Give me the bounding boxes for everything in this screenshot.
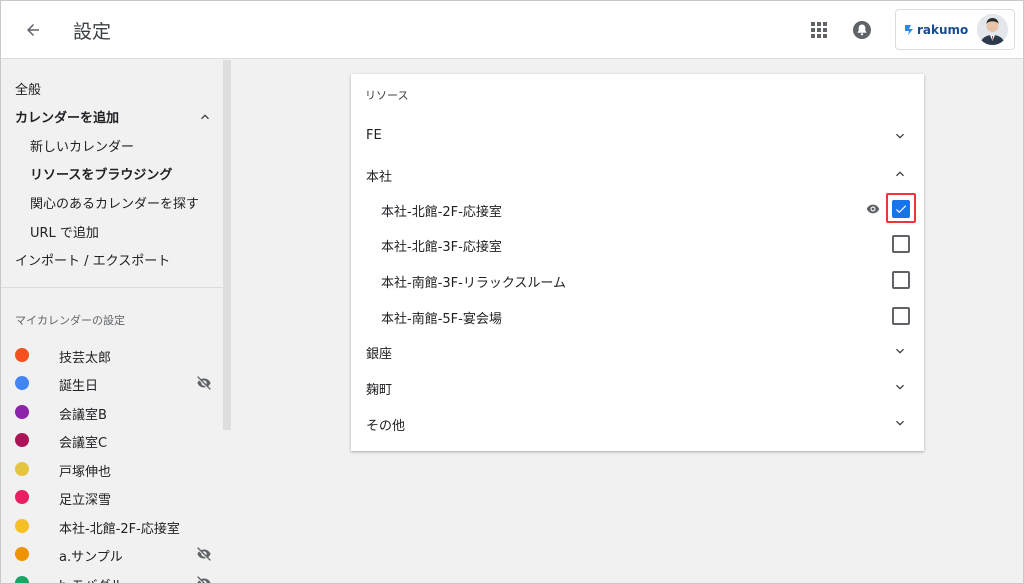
calendar-name: 足立深雪: [59, 493, 112, 508]
calendar-item[interactable]: 会議室B: [1, 398, 223, 426]
app-header: 設定 rakumo: [1, 1, 1023, 59]
calendar-color-dot: [15, 433, 29, 447]
calendar-item[interactable]: 会議室C: [1, 426, 223, 454]
calendar-name: 会議室C: [59, 436, 108, 451]
eye-icon[interactable]: [864, 201, 882, 217]
brand-name: rakumo: [917, 22, 969, 37]
arrow-back-icon: [27, 24, 39, 36]
nav-add-calendar[interactable]: カレンダーを追加: [15, 107, 119, 126]
bell-icon: [853, 21, 871, 39]
calendar-name: 技芸太郎: [59, 351, 112, 366]
calendar-color-dot: [15, 405, 29, 419]
resource-checkbox[interactable]: [892, 307, 910, 325]
resources-card: リソース FE 本社 本社-北館-2F-応接室 本社-北館-3F-応接室 本社-…: [351, 74, 924, 451]
notifications-button[interactable]: [850, 18, 874, 42]
resource-label: 本社-南館-5F-宴会場: [381, 312, 502, 327]
resource-label: 本社-北館-2F-応接室: [381, 205, 502, 220]
checkmark-icon: [895, 205, 907, 214]
collapse-add-calendar-icon[interactable]: [197, 109, 213, 125]
calendar-item[interactable]: 誕生日: [1, 369, 223, 397]
chevron-down-icon: [896, 348, 904, 354]
chevron-up-icon: [896, 171, 904, 177]
account-switcher[interactable]: rakumo: [895, 9, 1015, 50]
resource-checkbox[interactable]: [892, 271, 910, 289]
group-label: 銀座: [366, 347, 393, 362]
calendar-item[interactable]: 戸塚伸也: [1, 455, 223, 483]
calendar-color-dot: [15, 376, 29, 390]
resource-item: 本社-南館-3F-リラックスルーム: [351, 263, 924, 297]
sidebar-divider: [1, 287, 223, 288]
avatar[interactable]: [977, 14, 1008, 45]
group-label: FE: [366, 128, 382, 143]
calendar-color-dot: [15, 462, 29, 476]
chevron-down-icon: [896, 384, 904, 390]
calendar-item[interactable]: b.モバグル: [1, 569, 223, 584]
nav-browse-resources[interactable]: リソースをブラウジング: [30, 164, 172, 183]
calendar-color-dot: [15, 348, 29, 362]
nav-browse-interesting[interactable]: 関心のあるカレンダーを探す: [30, 193, 199, 212]
calendar-name: 誕生日: [59, 379, 99, 394]
settings-window: 設定 rakumo 全般 カレンダーを追加 新しいカレンダー リソースをブラウジ…: [0, 0, 1024, 584]
nav-import-export[interactable]: インポート / エクスポート: [15, 250, 170, 269]
calendar-color-dot: [15, 490, 29, 504]
my-calendars-label: マイカレンダーの設定: [15, 314, 125, 327]
user-portrait-icon: [977, 14, 1008, 45]
nav-new-calendar[interactable]: 新しいカレンダー: [30, 136, 134, 155]
calendar-color-dot: [15, 576, 29, 583]
chevron-down-icon: [896, 133, 904, 139]
sidebar-scrollbar[interactable]: [223, 60, 231, 430]
calendar-name: b.モバグル: [59, 575, 123, 583]
calendar-item[interactable]: 足立深雪: [1, 483, 223, 511]
resource-checkbox[interactable]: [892, 200, 910, 218]
chevron-down-icon: [896, 420, 904, 426]
resource-group-kojimachi[interactable]: 麹町: [351, 371, 924, 403]
brand-logo: rakumo: [904, 23, 968, 37]
resource-group-fe[interactable]: FE: [351, 120, 924, 152]
resource-group-other[interactable]: その他: [351, 407, 924, 439]
calendar-item[interactable]: a.サンプル: [1, 540, 223, 568]
resource-checkbox[interactable]: [892, 235, 910, 253]
page-title: 設定: [73, 21, 112, 43]
resources-title: リソース: [365, 89, 409, 102]
nav-general[interactable]: 全般: [15, 79, 41, 98]
calendar-name: 戸塚伸也: [59, 465, 112, 480]
nav-add-by-url[interactable]: URL で追加: [30, 222, 99, 241]
group-label: 本社: [366, 170, 393, 185]
calendar-name: a.サンプル: [59, 550, 123, 565]
resource-group-honsha[interactable]: 本社: [351, 158, 924, 190]
resource-item: 本社-北館-2F-応接室: [351, 192, 924, 226]
visibility-off-icon[interactable]: [195, 374, 213, 392]
resource-group-ginza[interactable]: 銀座: [351, 335, 924, 367]
rakumo-mark-icon: [905, 24, 913, 35]
apps-button[interactable]: [807, 18, 831, 42]
settings-sidebar: 全般 カレンダーを追加 新しいカレンダー リソースをブラウジング 関心のあるカレ…: [1, 60, 223, 584]
visibility-off-icon[interactable]: [195, 574, 213, 584]
calendar-name: 本社-北館-2F-応接室: [59, 522, 180, 537]
calendar-item[interactable]: 技芸太郎: [1, 341, 223, 369]
resource-item: 本社-南館-5F-宴会場: [351, 299, 924, 333]
resource-label: 本社-南館-3F-リラックスルーム: [381, 276, 567, 291]
visibility-off-icon[interactable]: [195, 545, 213, 563]
calendar-name: 会議室B: [59, 408, 107, 423]
group-label: 麹町: [366, 383, 393, 398]
resource-label: 本社-北館-3F-応接室: [381, 240, 502, 255]
calendar-color-dot: [15, 547, 29, 561]
group-label: その他: [366, 419, 406, 434]
resource-item: 本社-北館-3F-応接室: [351, 227, 924, 261]
calendar-color-dot: [15, 519, 29, 533]
back-button[interactable]: [19, 16, 47, 44]
calendar-item[interactable]: 本社-北館-2F-応接室: [1, 512, 223, 540]
apps-grid-icon: [811, 22, 827, 38]
